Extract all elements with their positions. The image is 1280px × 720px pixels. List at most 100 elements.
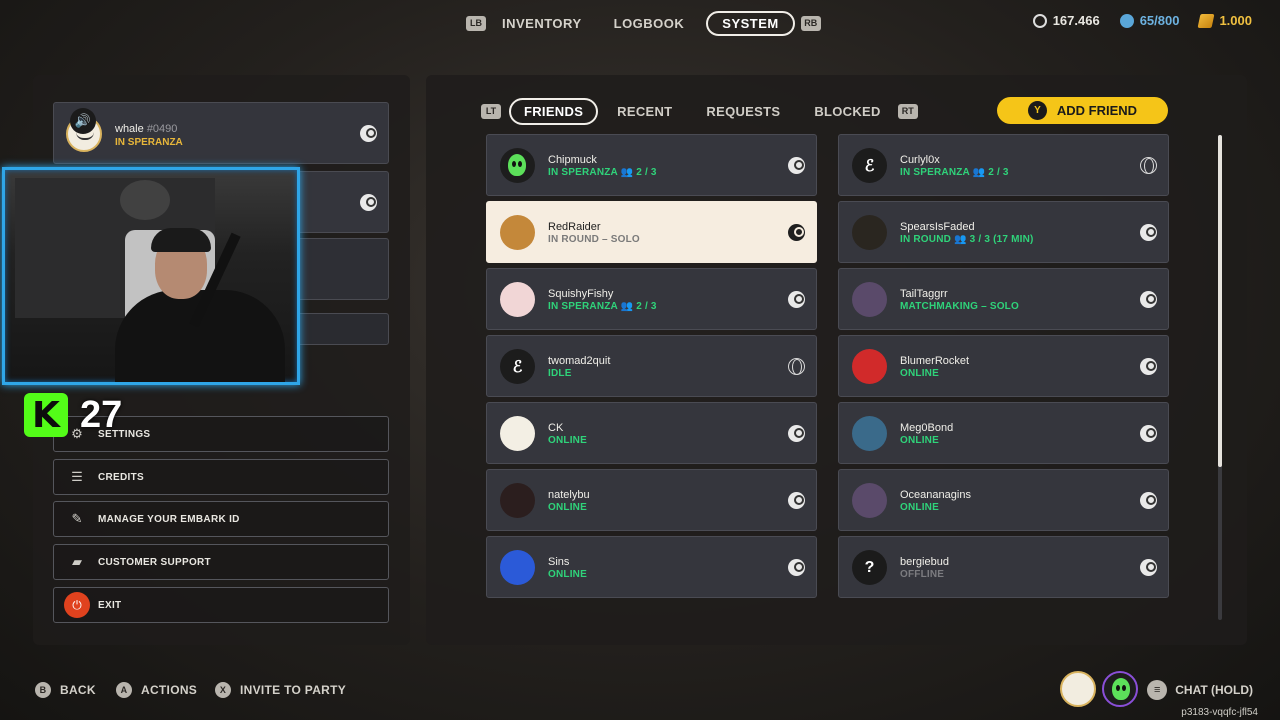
steam-icon [788, 291, 805, 308]
friend-status: ONLINE [548, 435, 587, 446]
friend-status: IN SPERANZA 👥 2 / 3 [900, 167, 1009, 178]
friend-card[interactable]: ℰ Curlyl0x IN SPERANZA 👥 2 / 3 [838, 134, 1169, 196]
friend-card[interactable]: RedRaider IN ROUND – SOLO [486, 201, 817, 263]
customer-support-button[interactable]: ▰ CUSTOMER SUPPORT [53, 544, 389, 580]
friend-card[interactable]: Sins ONLINE [486, 536, 817, 598]
kick-logo-icon: K [24, 393, 68, 437]
friend-card[interactable]: natelybu ONLINE [486, 469, 817, 531]
friend-name: Oceananagins [900, 489, 971, 501]
steam-icon [1140, 559, 1157, 576]
friend-card[interactable]: TailTaggrr MATCHMAKING – SOLO [838, 268, 1169, 330]
session-id: p3183-vqqfc-jfl54 [1181, 707, 1258, 718]
menu-button-icon: ≡ [1147, 680, 1168, 700]
friends-scrollbar-thumb[interactable] [1218, 135, 1222, 467]
avatar: ℰ [500, 349, 535, 384]
friend-status: ONLINE [900, 502, 939, 513]
friend-name: Curlyl0x [900, 154, 940, 166]
avatar [500, 416, 535, 451]
tab-logbook[interactable]: LOGBOOK [598, 16, 701, 31]
tab-system[interactable]: SYSTEM [706, 10, 795, 36]
avatar [500, 282, 535, 317]
add-friend-button[interactable]: Y ADD FRIEND [997, 97, 1168, 124]
multibucks-value: 1.000 [1219, 13, 1252, 28]
globe-icon [788, 358, 805, 375]
friend-status: ONLINE [548, 502, 587, 513]
exit-button[interactable]: ⏻ EXIT [53, 587, 389, 623]
friend-card[interactable]: SpearsIsFaded IN ROUND 👥 3 / 3 (17 MIN) [838, 201, 1169, 263]
webcam-overlay [2, 167, 300, 385]
avatar [852, 215, 887, 250]
system-top-nav: LB INVENTORY LOGBOOK SYSTEM RB [466, 9, 821, 37]
steam-icon [1140, 224, 1157, 241]
friend-status: IN SPERANZA 👥 2 / 3 [548, 301, 657, 312]
tab-friends[interactable]: FRIENDS [509, 97, 599, 125]
friend-name: RedRaider [548, 221, 601, 233]
credits-list-icon: ☰ [71, 469, 83, 484]
lb-bumper-icon[interactable]: LB [466, 15, 486, 31]
actions-hint[interactable]: A ACTIONS [116, 682, 197, 698]
a-button-icon: A [116, 682, 132, 698]
friend-card[interactable]: Oceananagins ONLINE [838, 469, 1169, 531]
friend-card[interactable]: CK ONLINE [486, 402, 817, 464]
friend-card[interactable]: ? bergiebud OFFLINE [838, 536, 1169, 598]
friend-status: OFFLINE [900, 569, 945, 580]
credits-button[interactable]: ☰ CREDITS [53, 459, 389, 495]
chat-bubble-icon: ▰ [72, 554, 82, 569]
friend-card[interactable]: Chipmuck IN SPERANZA 👥 2 / 3 [486, 134, 817, 196]
tab-requests[interactable]: REQUESTS [689, 104, 797, 119]
avatar [852, 416, 887, 451]
friend-status: IN SPERANZA 👥 2 / 3 [548, 167, 657, 178]
credits-display: 167.466 [1032, 13, 1100, 28]
rb-bumper-icon[interactable]: RB [800, 15, 821, 31]
friend-card[interactable]: Meg0Bond ONLINE [838, 402, 1169, 464]
friend-status: IDLE [548, 368, 572, 379]
b-button-icon: B [35, 682, 51, 698]
friend-status: MATCHMAKING – SOLO [900, 301, 1019, 312]
friend-status: ONLINE [900, 435, 939, 446]
friend-card[interactable]: ℰtwomad2quit IDLE [486, 335, 817, 397]
party-member-card[interactable]: 🔊 whale #0490 IN SPERANZA [53, 102, 389, 164]
steam-icon [788, 559, 805, 576]
manage-embark-id-button[interactable]: ✎ MANAGE YOUR EMBARK ID [53, 501, 389, 537]
party-member-status: IN SPERANZA [115, 137, 183, 148]
friend-name: TailTaggrr [900, 288, 948, 300]
avatar: ? [852, 550, 887, 585]
friends-tabs: LT FRIENDS RECENT REQUESTS BLOCKED RT [481, 97, 918, 125]
embark-id-icon: ✎ [71, 511, 83, 526]
lt-trigger-icon[interactable]: LT [481, 103, 501, 119]
chat-hint[interactable]: ≡ CHAT (HOLD) [1147, 680, 1253, 700]
rt-trigger-icon[interactable]: RT [897, 103, 918, 119]
invite-to-party-hint[interactable]: X INVITE TO PARTY [215, 682, 346, 698]
stream-viewer-overlay: K 27 [24, 393, 122, 437]
tab-blocked[interactable]: BLOCKED [797, 104, 897, 119]
party-member-mini-avatar[interactable] [1060, 671, 1096, 707]
credits-icon [1032, 13, 1047, 28]
friend-status: ONLINE [900, 368, 939, 379]
y-button-icon: Y [1027, 101, 1047, 120]
avatar [852, 282, 887, 317]
friend-name: twomad2quit [548, 355, 611, 367]
friend-card[interactable]: BlumerRocket ONLINE [838, 335, 1169, 397]
steam-icon [360, 194, 377, 211]
tab-inventory[interactable]: INVENTORY [486, 16, 598, 31]
friend-card[interactable]: SquishyFishy IN SPERANZA 👥 2 / 3 [486, 268, 817, 330]
steam-icon [1140, 425, 1157, 442]
party-member-mini-avatar[interactable] [1102, 671, 1138, 707]
friend-status: IN ROUND – SOLO [548, 234, 640, 245]
steam-icon [788, 157, 805, 174]
steam-icon [788, 492, 805, 509]
steam-icon [788, 425, 805, 442]
steam-icon [1140, 492, 1157, 509]
friend-name: CK [548, 422, 564, 434]
storage-icon [1119, 13, 1134, 28]
friends-panel: LT FRIENDS RECENT REQUESTS BLOCKED RT Y … [426, 75, 1247, 645]
back-hint[interactable]: B BACK [35, 682, 96, 698]
tab-recent[interactable]: RECENT [600, 104, 689, 119]
avatar: ℰ [852, 148, 887, 183]
party-member-name: whale #0490 [115, 123, 178, 135]
friend-name: BlumerRocket [900, 355, 970, 367]
multibucks-display: 1.000 [1197, 13, 1252, 28]
friend-name: Sins [548, 556, 570, 568]
globe-icon [1140, 157, 1157, 174]
friend-name: Meg0Bond [900, 422, 954, 434]
